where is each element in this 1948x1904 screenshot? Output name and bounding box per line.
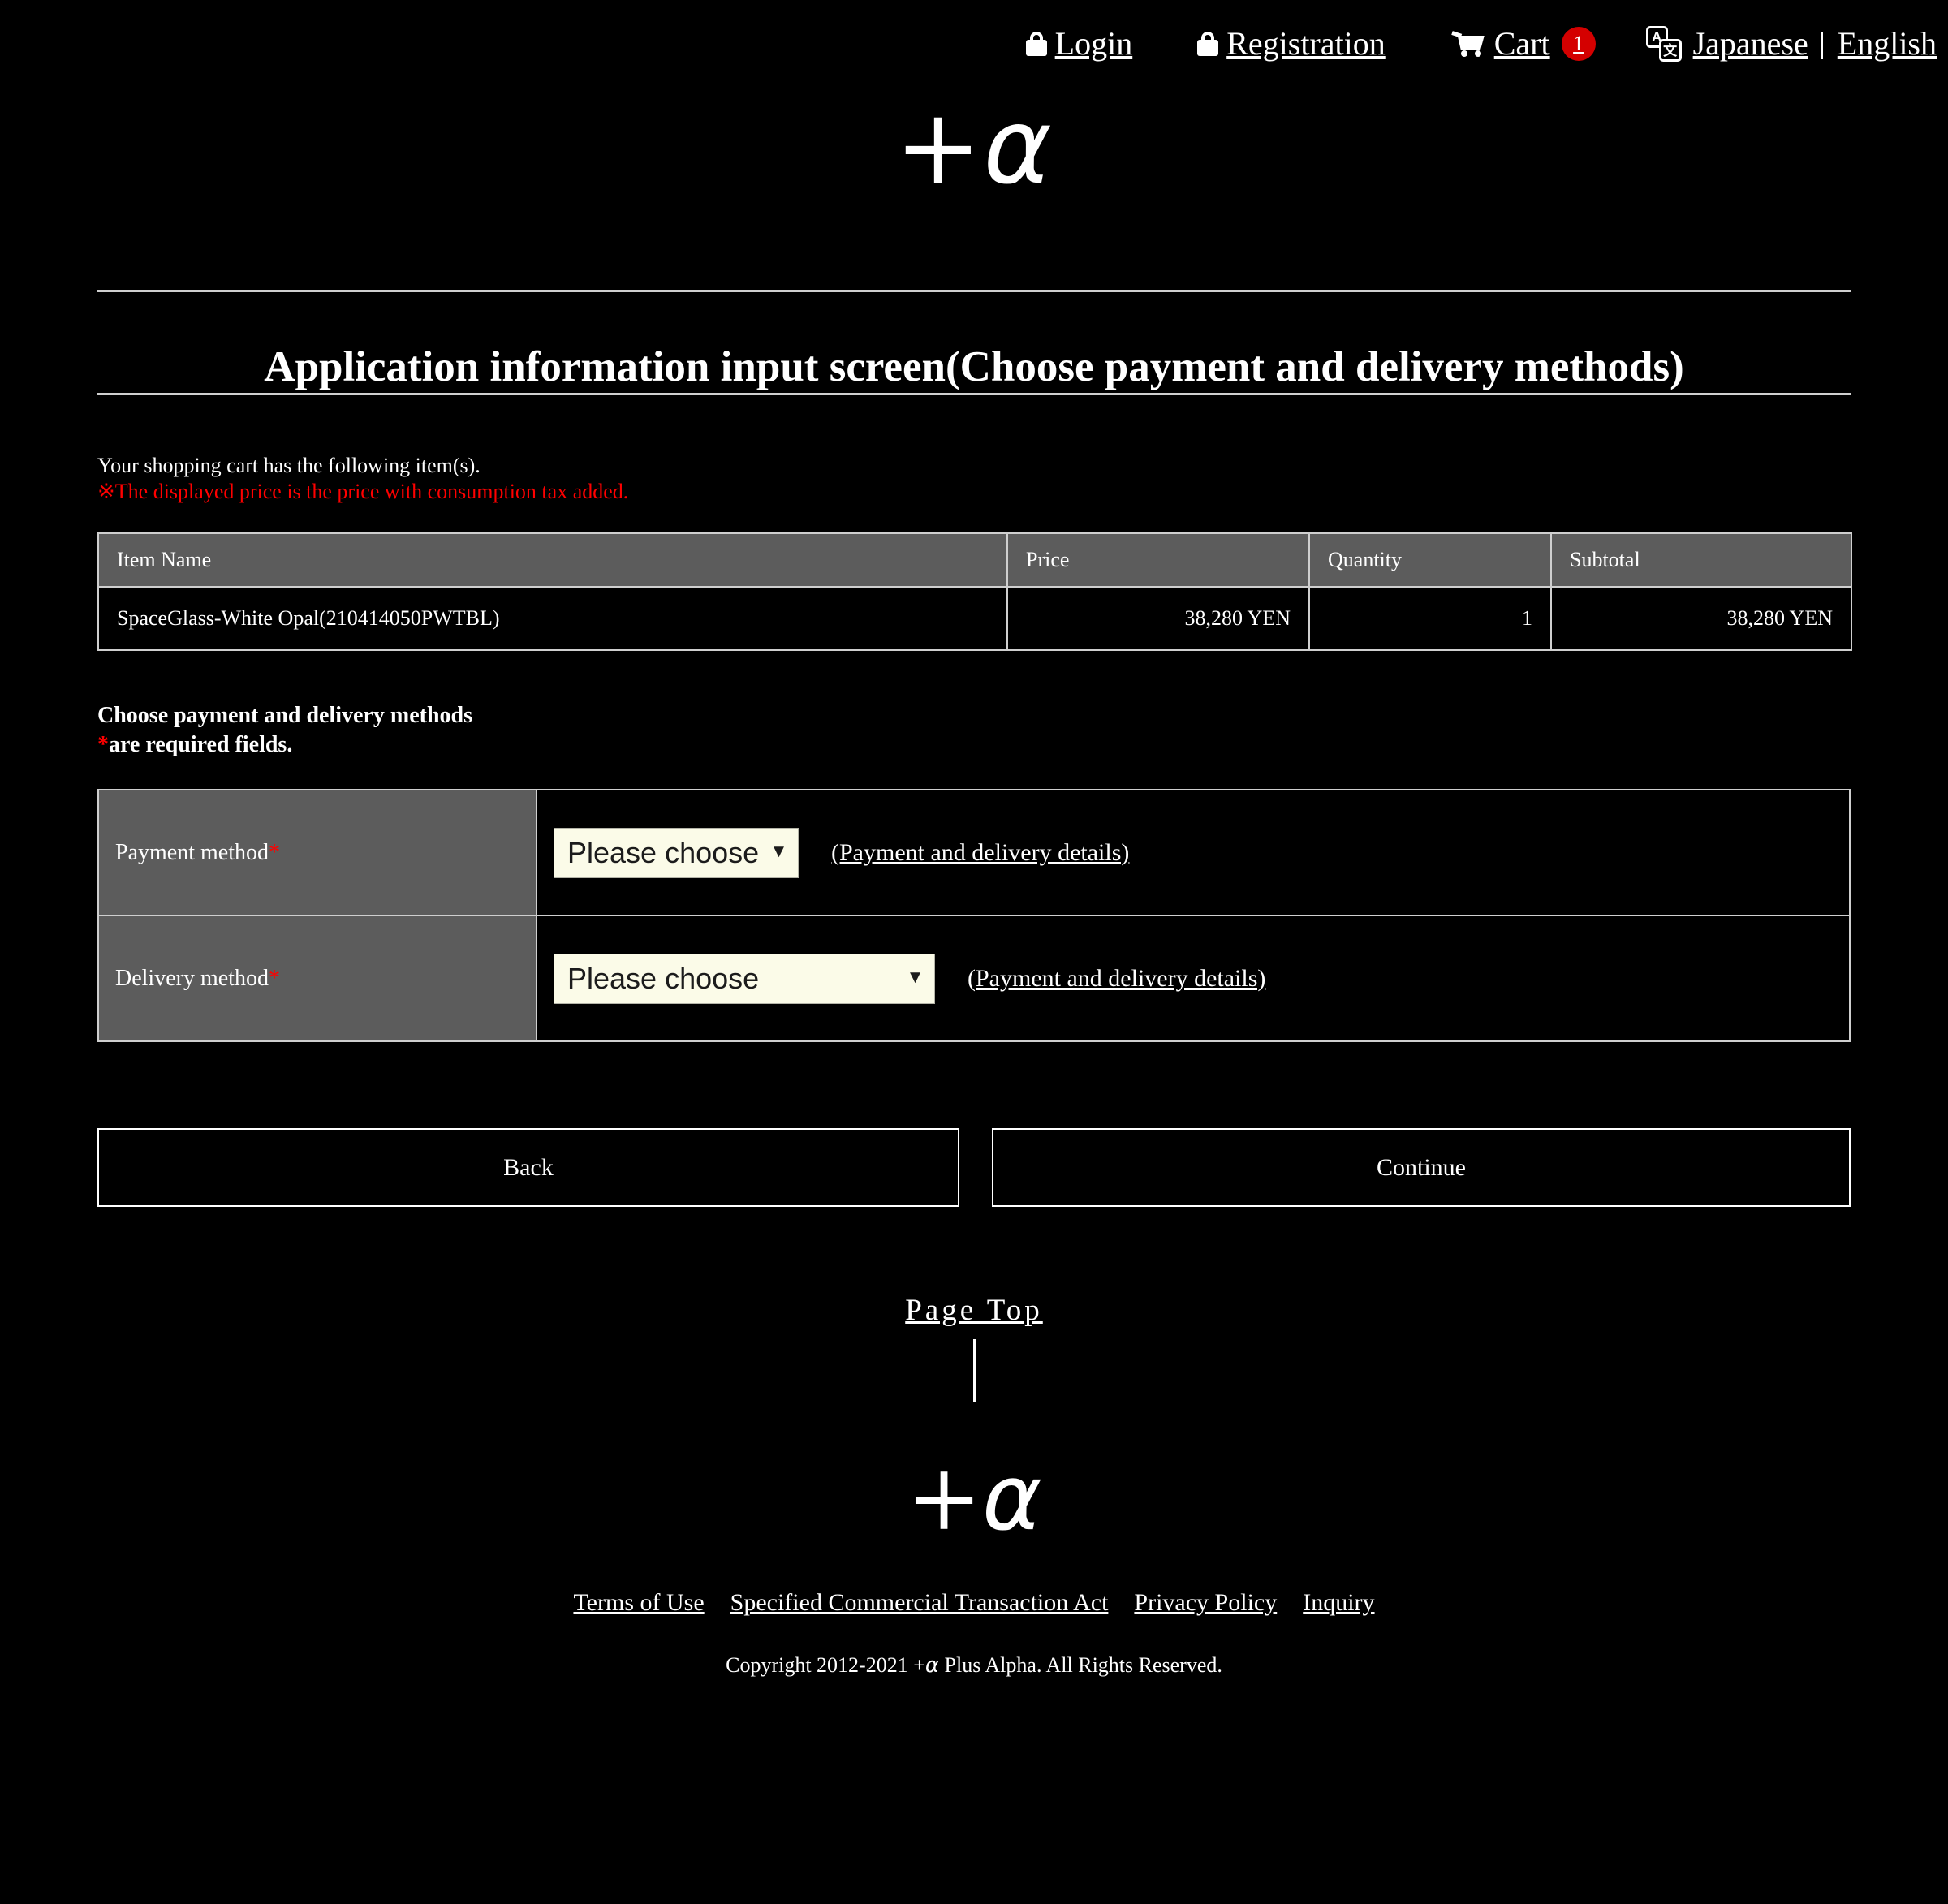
top-utility-bar: Login Registration Cart 1 A 文 Japanese E… [0, 0, 1948, 88]
delivery-method-label-cell: Delivery method* [97, 915, 537, 1042]
registration-link[interactable]: Registration [1197, 28, 1386, 60]
delivery-details-link[interactable]: (Payment and delivery details) [968, 965, 1265, 993]
payment-delivery-form-table: Payment method* Please choose ▾ (Payment… [97, 789, 1851, 1042]
page-top-divider-line [973, 1339, 976, 1402]
cart-header-item-name: Item Name [97, 532, 1008, 588]
payment-required-asterisk: * [268, 839, 280, 865]
continue-button[interactable]: Continue [992, 1128, 1851, 1207]
delivery-method-label: Delivery method [115, 965, 269, 991]
cart-cell-quantity: 1 [1308, 586, 1552, 651]
footer-logo-alpha: α [982, 1445, 1042, 1551]
login-link[interactable]: Login [1025, 25, 1133, 62]
payment-method-label: Payment method [115, 839, 269, 865]
back-button[interactable]: Back [97, 1128, 959, 1207]
logo-alpha: α [983, 87, 1054, 208]
footer-link-specified-commercial-transaction-act[interactable]: Specified Commercial Transaction Act [730, 1589, 1109, 1616]
page-top-link[interactable]: Page Top [0, 1293, 1948, 1328]
cart-cell-subtotal: 38,280 YEN [1550, 586, 1852, 651]
lock-icon [1025, 32, 1047, 56]
site-logo[interactable]: +α [0, 96, 1948, 200]
payment-details-link[interactable]: (Payment and delivery details) [831, 839, 1129, 867]
copyright-prefix: Copyright 2012-2021 + [726, 1653, 925, 1677]
cart-link[interactable]: Cart 1 [1450, 25, 1596, 62]
translate-icon-letter-bun: 文 [1658, 39, 1682, 62]
footer-link-inquiry[interactable]: Inquiry [1303, 1589, 1374, 1616]
footer-link-terms-of-use[interactable]: Terms of Use [573, 1589, 704, 1616]
language-switcher: A 文 Japanese English [1645, 26, 1937, 62]
shopping-cart-icon [1450, 31, 1485, 57]
logo-plus: + [894, 87, 984, 208]
registration-label: Registration [1226, 25, 1386, 62]
payment-method-select-wrap: Please choose ▾ [554, 827, 799, 878]
lock-icon [1197, 32, 1219, 56]
form-row-payment-method: Payment method* Please choose ▾ (Payment… [97, 789, 1851, 916]
login-label: Login [1054, 25, 1133, 62]
copyright-text: Copyright 2012-2021 +α Plus Alpha. All R… [0, 1653, 1948, 1678]
cart-header-quantity: Quantity [1308, 532, 1552, 588]
required-asterisk: * [97, 732, 109, 757]
page-root: Login Registration Cart 1 A 文 Japanese E… [0, 0, 1948, 1904]
footer-logo-plus: + [906, 1445, 982, 1551]
cart-items-table: Item Name Price Quantity Subtotal SpaceG… [97, 532, 1852, 651]
cart-cell-item-name: SpaceGlass-White Opal(210414050PWTBL) [97, 586, 1008, 651]
delivery-method-field-cell: Please choose ▾ (Payment and delivery de… [536, 915, 1851, 1042]
form-row-delivery-method: Delivery method* Please choose ▾ (Paymen… [97, 915, 1851, 1042]
page-title: Application information input screen(Cho… [264, 342, 1684, 390]
delivery-method-select[interactable]: Please choose [554, 953, 935, 1004]
cart-count-badge: 1 [1561, 27, 1596, 61]
payment-method-select[interactable]: Please choose [554, 827, 799, 878]
title-rule-top [97, 290, 1851, 292]
payment-method-label-cell: Payment method* [97, 789, 537, 916]
required-note-text: are required fields. [109, 732, 293, 757]
cart-cell-price: 38,280 YEN [1006, 586, 1310, 651]
cart-notice-line1: Your shopping cart has the following ite… [97, 454, 481, 477]
required-fields-note: *are required fields. [97, 730, 292, 759]
copyright-alpha: α [924, 1653, 940, 1678]
table-row: SpaceGlass-White Opal(210414050PWTBL) 38… [97, 586, 1852, 651]
copyright-suffix: Plus Alpha. All Rights Reserved. [939, 1653, 1222, 1677]
language-english-link[interactable]: English [1838, 28, 1937, 60]
tax-notice-line2: ※The displayed price is the price with c… [97, 480, 629, 503]
cart-header-subtotal: Subtotal [1550, 532, 1852, 588]
footer-logo[interactable]: +α [0, 1453, 1948, 1544]
cart-table-header-row: Item Name Price Quantity Subtotal [97, 532, 1852, 588]
delivery-required-asterisk: * [268, 965, 280, 991]
footer-link-privacy-policy[interactable]: Privacy Policy [1134, 1589, 1277, 1616]
section-heading: Choose payment and delivery methods [97, 703, 473, 728]
translate-icon: A 文 [1645, 26, 1682, 62]
footer-links: Terms of Use Specified Commercial Transac… [0, 1589, 1948, 1617]
payment-method-field-cell: Please choose ▾ (Payment and delivery de… [536, 789, 1851, 916]
cart-header-price: Price [1006, 532, 1310, 588]
language-japanese-link[interactable]: Japanese [1693, 28, 1808, 60]
cart-label: Cart [1493, 25, 1550, 62]
language-separator [1821, 32, 1823, 59]
delivery-method-select-wrap: Please choose ▾ [554, 953, 935, 1004]
title-rule-bottom [97, 393, 1851, 395]
